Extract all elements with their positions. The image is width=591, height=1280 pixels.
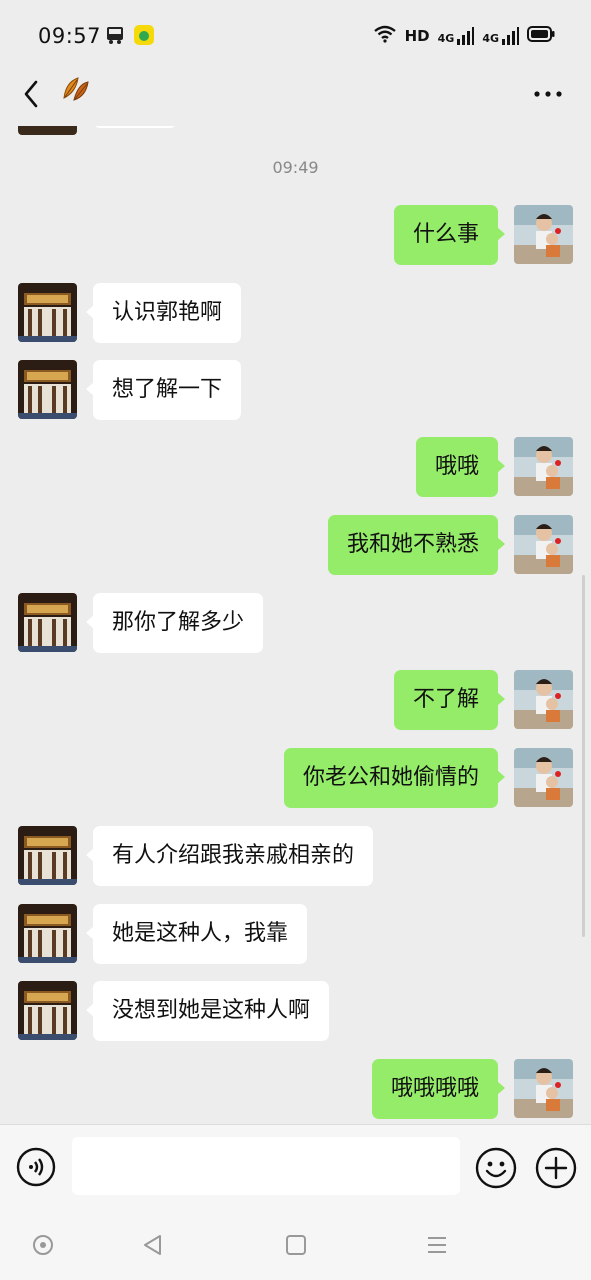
incoming-message-bubble[interactable]: 那你了解多少 xyxy=(85,593,264,653)
avatar[interactable] xyxy=(514,670,573,729)
bus-icon xyxy=(105,25,125,49)
chevron-left-icon[interactable] xyxy=(18,76,48,112)
chat-header xyxy=(0,70,591,126)
signal-label-2: 4G xyxy=(482,32,499,45)
message-row: 有人介绍跟我亲戚相亲的 xyxy=(0,826,591,886)
avatar[interactable] xyxy=(514,1059,573,1118)
avatar[interactable] xyxy=(514,205,573,264)
signal-label-1: 4G xyxy=(437,32,455,45)
outgoing-message-bubble[interactable]: 不了解 xyxy=(393,670,506,730)
message-input[interactable] xyxy=(72,1137,460,1195)
leaves-icon xyxy=(60,72,92,104)
incoming-message-bubble[interactable]: 有人介绍跟我亲戚相亲的 xyxy=(85,826,374,886)
timestamp: 09:49 xyxy=(272,158,319,177)
outgoing-message-bubble[interactable]: 哦哦哦哦 xyxy=(371,1059,506,1119)
avatar[interactable] xyxy=(18,593,77,652)
outgoing-message-bubble[interactable]: 哦哦 xyxy=(415,437,506,497)
avatar[interactable] xyxy=(18,126,77,135)
incoming-message-bubble[interactable]: 想了解一下 xyxy=(85,360,242,420)
signal-icon: 4G xyxy=(438,27,475,45)
scrollbar[interactable] xyxy=(582,575,585,937)
avatar[interactable] xyxy=(18,904,77,963)
wifi-icon xyxy=(373,25,397,47)
incoming-message-bubble[interactable]: 她是这种人，我靠 xyxy=(85,904,308,964)
avatar[interactable] xyxy=(18,826,77,885)
plus-icon[interactable] xyxy=(535,1147,577,1189)
input-bar xyxy=(0,1124,591,1211)
message-bubble-partial xyxy=(93,126,177,128)
incoming-message-bubble[interactable]: 没想到她是这种人啊 xyxy=(85,981,330,1041)
message-row: 想了解一下 xyxy=(0,360,591,420)
outgoing-message-bubble[interactable]: 你老公和她偷情的 xyxy=(283,748,506,808)
signal-icon-2: 4G xyxy=(482,27,519,45)
avatar[interactable] xyxy=(18,360,77,419)
avatar[interactable] xyxy=(514,515,573,574)
hd-label: HD xyxy=(404,27,430,45)
message-row: 认识郭艳啊 xyxy=(0,283,591,343)
incoming-message-bubble[interactable]: 认识郭艳啊 xyxy=(85,283,242,343)
status-right: HD 4G 4G xyxy=(373,22,555,50)
emoji-icon[interactable] xyxy=(475,1147,517,1189)
chat-area[interactable]: 09:49 什么事认识郭艳啊想了解一下哦哦我和她不熟悉那你了解多少不了解你老公和… xyxy=(0,126,591,1124)
message-row: 她是这种人，我靠 xyxy=(0,904,591,964)
voice-icon[interactable] xyxy=(16,1147,56,1187)
outgoing-message-bubble[interactable]: 什么事 xyxy=(393,205,506,265)
back-nav-icon[interactable] xyxy=(140,1232,166,1258)
message-row: 不了解 xyxy=(0,670,591,730)
system-nav-bar xyxy=(0,1210,591,1280)
app-icon xyxy=(134,25,154,49)
avatar[interactable] xyxy=(18,283,77,342)
message-row: 什么事 xyxy=(0,205,591,265)
avatar[interactable] xyxy=(514,437,573,496)
status-bar: 09:57 HD 4G 4G xyxy=(0,0,591,70)
message-row: 哦哦 xyxy=(0,437,591,497)
message-row: 那你了解多少 xyxy=(0,593,591,653)
outgoing-message-bubble[interactable]: 我和她不熟悉 xyxy=(327,515,506,575)
menu-nav-icon[interactable] xyxy=(424,1232,450,1258)
battery-icon xyxy=(527,26,555,46)
status-time: 09:57 xyxy=(38,24,102,48)
message-row: 我和她不熟悉 xyxy=(0,515,591,575)
message-row: 没想到她是这种人啊 xyxy=(0,981,591,1041)
home-nav-icon[interactable] xyxy=(283,1232,309,1258)
more-dots-icon[interactable] xyxy=(533,84,563,97)
assistant-icon[interactable] xyxy=(30,1232,56,1258)
avatar[interactable] xyxy=(514,748,573,807)
message-row: 哦哦哦哦 xyxy=(0,1059,591,1119)
message-row: 你老公和她偷情的 xyxy=(0,748,591,808)
avatar[interactable] xyxy=(18,981,77,1040)
